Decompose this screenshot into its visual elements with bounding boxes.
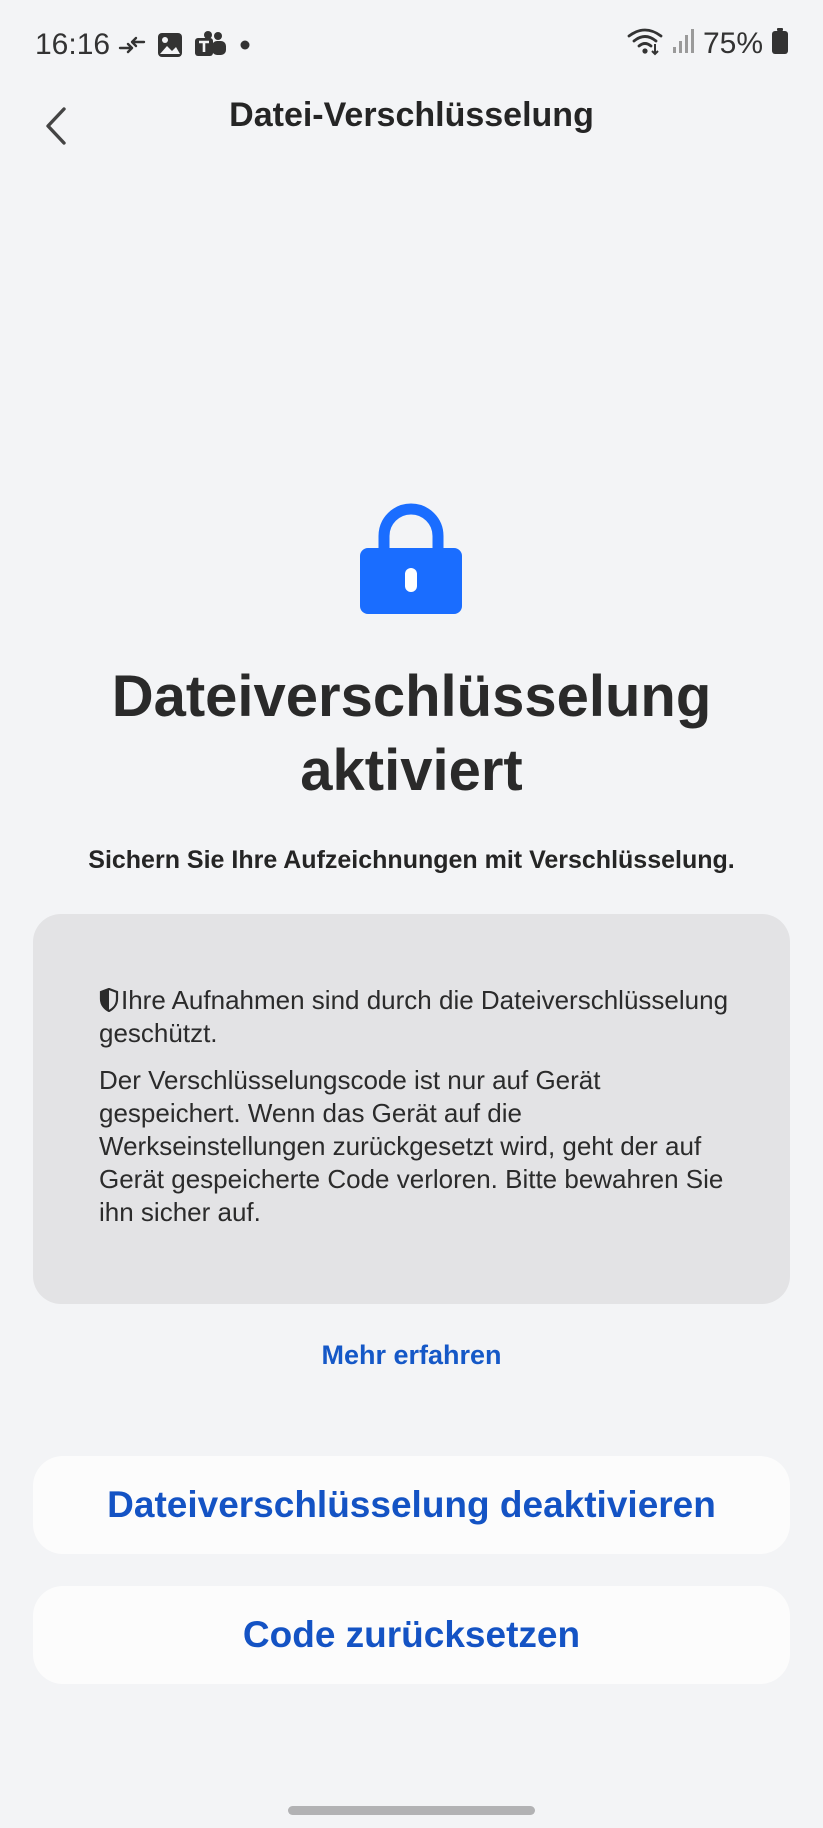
status-right: 75% [627,26,789,61]
status-bar: 16:16 75% [0,0,823,92]
home-indicator[interactable] [288,1806,535,1815]
shield-icon [99,987,119,1013]
lock-icon [358,498,464,618]
info-text: Ihre Aufnahmen sind durch die Dateiversc… [99,984,739,1243]
hero-title: Dateiverschlüsselung aktiviert [111,664,712,803]
learn-more-link[interactable]: Mehr erfahren [0,1340,823,1371]
notification-dot-icon [238,38,252,57]
deactivate-encryption-button[interactable]: Dateiverschlüsselung deaktivieren [33,1456,790,1554]
info-paragraph-1-text: Ihre Aufnahmen sind durch die Dateiversc… [99,985,729,1048]
subtitle: Sichern Sie Ihre Aufzeichnungen mit Vers… [88,846,735,874]
app-bar: Datei-Verschlüsselung [0,92,823,188]
info-paragraph-2: Der Verschlüsselungscode ist nur auf Ger… [99,1065,724,1227]
teams-icon [194,30,228,65]
reset-code-button[interactable]: Code zurücksetzen [33,1586,790,1684]
info-paragraph-1: Ihre Aufnahmen sind durch die Dateiversc… [99,984,739,1050]
gallery-icon [156,31,184,64]
status-left-icons [118,30,252,65]
page-title: Datei-Verschlüsselung [229,96,594,134]
status-time: 16:16 [35,28,111,61]
battery-percentage: 75% [702,26,763,60]
wifi-icon [627,26,663,61]
data-transfer-icon [118,34,146,61]
signal-icon [671,27,695,60]
info-card: Ihre Aufnahmen sind durch die Dateiversc… [33,914,790,1304]
battery-icon [771,27,789,60]
